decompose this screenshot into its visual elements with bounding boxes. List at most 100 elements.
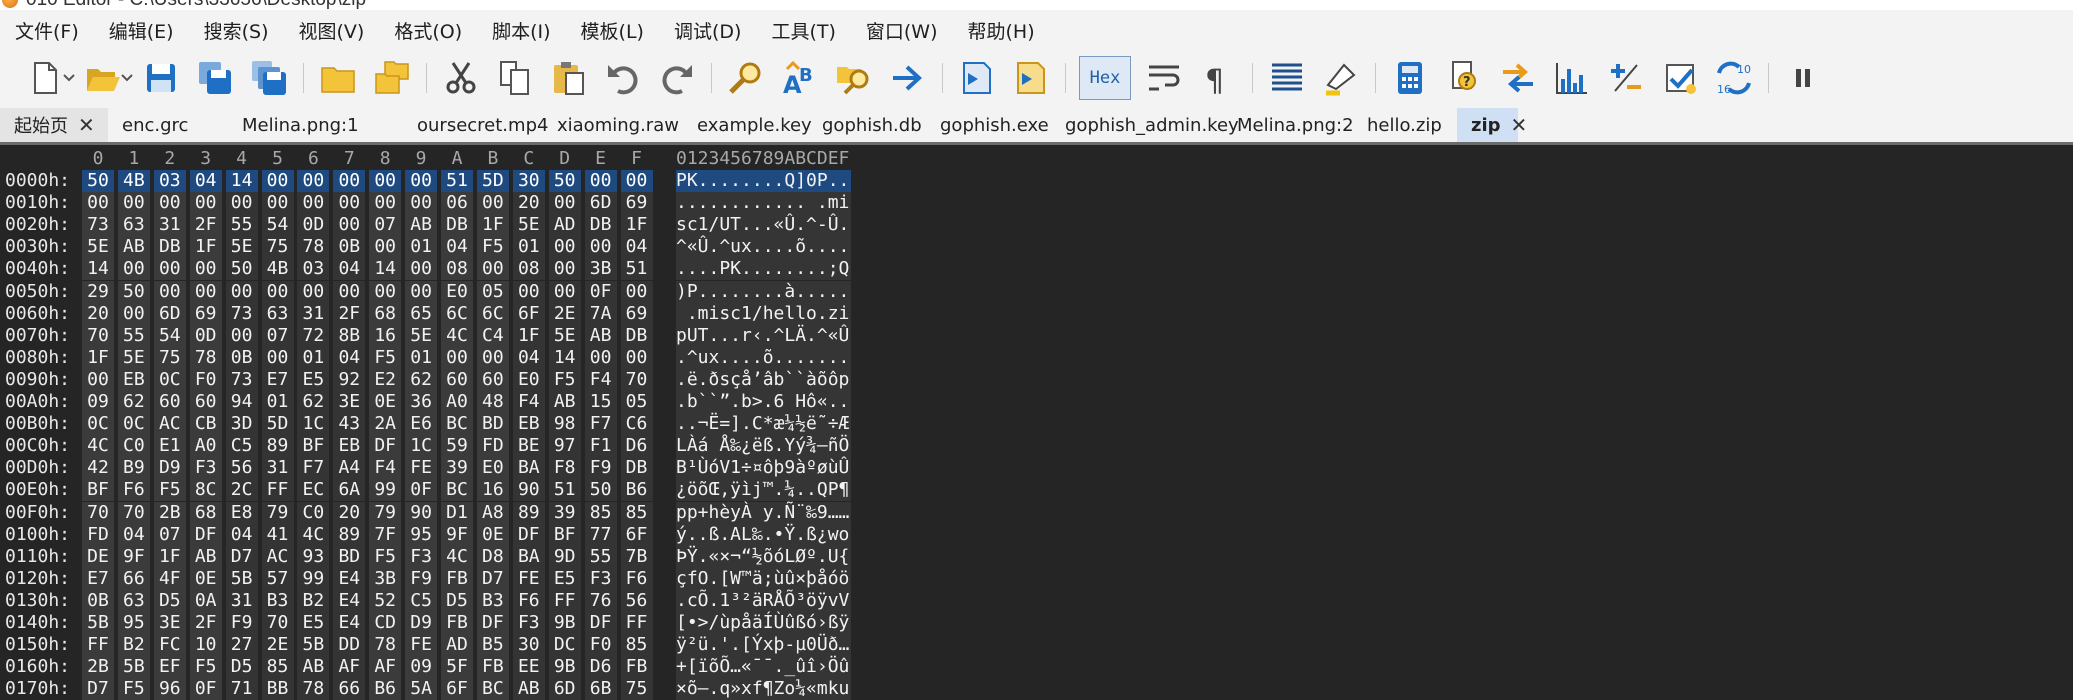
hex-byte[interactable]: 90 — [512, 479, 545, 502]
hex-byte[interactable]: AF — [369, 656, 402, 679]
hex-byte[interactable]: EB — [512, 413, 545, 436]
hex-byte[interactable]: 00 — [476, 346, 509, 369]
hex-byte[interactable]: D1 — [441, 501, 473, 524]
hex-byte[interactable]: FB — [476, 656, 509, 679]
hex-byte[interactable]: 4F — [153, 567, 186, 590]
hex-byte[interactable]: 70 — [117, 501, 150, 524]
hex-byte[interactable]: 04 — [333, 346, 366, 369]
hex-byte[interactable]: A4 — [333, 457, 366, 480]
hex-byte[interactable]: 00 — [512, 280, 545, 303]
hex-byte[interactable]: 62 — [405, 368, 438, 391]
hex-byte[interactable]: 78 — [297, 678, 330, 700]
hex-byte[interactable]: 04 — [512, 346, 545, 369]
hex-byte[interactable]: 1F — [512, 324, 545, 347]
hex-byte[interactable]: D5 — [225, 656, 258, 679]
hex-byte[interactable]: 73 — [225, 302, 258, 325]
hex-editor[interactable]: 0 1 2 3 4 5 6 7 8 9 A B C D E F 0123456789ABCDEF 0000h: 5… — [0, 145, 2073, 700]
hex-byte[interactable]: 89 — [261, 435, 294, 458]
hex-byte[interactable]: 0E — [369, 391, 402, 413]
hex-byte[interactable]: 6A — [333, 479, 366, 502]
hex-byte[interactable]: AB — [117, 236, 150, 259]
hex-byte[interactable]: 89 — [333, 523, 366, 546]
hex-byte[interactable]: CD — [369, 612, 402, 634]
hex-byte[interactable]: 00 — [297, 192, 330, 215]
hex-byte[interactable]: FD — [476, 435, 509, 458]
hex-byte[interactable]: DF — [584, 612, 617, 634]
hex-byte[interactable]: 5E — [117, 346, 150, 369]
hex-byte[interactable]: 5E — [82, 236, 114, 259]
hex-byte[interactable]: DF — [369, 435, 402, 458]
hex-byte[interactable]: 76 — [584, 589, 617, 612]
hex-byte[interactable]: BC — [441, 413, 473, 436]
ascii-text[interactable]: .^ux....õ....... — [676, 346, 852, 369]
hex-byte[interactable]: EB — [117, 368, 150, 391]
hex-byte[interactable]: 3B — [584, 258, 617, 281]
hex-byte[interactable]: AC — [153, 413, 186, 436]
hex-byte[interactable]: 00 — [369, 280, 402, 303]
hex-byte[interactable]: 9F — [441, 523, 473, 546]
hex-byte[interactable]: AB — [548, 391, 581, 413]
hex-byte[interactable]: 63 — [117, 214, 150, 237]
hex-byte[interactable]: 6C — [441, 302, 473, 325]
goto-icon[interactable] — [888, 58, 928, 98]
hex-byte[interactable]: 6D — [584, 192, 617, 215]
hex-toggle-button[interactable]: Hex — [1079, 56, 1131, 100]
hex-byte[interactable]: 00 — [584, 170, 617, 192]
cut-icon[interactable] — [441, 58, 481, 98]
hex-byte[interactable]: 9B — [548, 612, 581, 634]
hex-byte[interactable]: 14 — [369, 258, 402, 281]
hex-byte[interactable]: 72 — [297, 324, 330, 347]
ascii-text[interactable]: sc1/UT...«Û.^-Û. — [676, 214, 852, 237]
hex-byte[interactable]: 00 — [117, 192, 150, 215]
hex-byte[interactable]: 31 — [225, 589, 258, 612]
hex-byte[interactable]: 00 — [333, 192, 366, 215]
hex-byte[interactable]: BE — [512, 435, 545, 458]
pilcrow-icon[interactable]: ¶ — [1198, 58, 1238, 98]
line-wrap-icon[interactable] — [1144, 58, 1184, 98]
tab-item[interactable]: oursecret.mp4 — [403, 108, 548, 142]
hex-byte[interactable]: 0A — [189, 589, 222, 612]
hex-byte[interactable]: DB — [620, 457, 653, 480]
hex-byte[interactable]: AB — [405, 214, 438, 237]
hex-byte[interactable]: F0 — [189, 368, 222, 391]
hex-byte[interactable]: DD — [333, 634, 366, 657]
hex-byte[interactable]: E4 — [333, 567, 366, 590]
hex-byte[interactable]: E5 — [297, 612, 330, 634]
hex-byte[interactable]: 00 — [548, 192, 581, 215]
menu-item[interactable]: 工具(T) — [756, 17, 850, 44]
hex-byte[interactable]: 4B — [261, 258, 294, 281]
hex-byte[interactable]: 73 — [225, 368, 258, 391]
hex-byte[interactable]: 00 — [189, 192, 222, 215]
hex-byte[interactable]: 85 — [620, 501, 653, 524]
hex-byte[interactable]: 36 — [405, 391, 438, 413]
ascii-text[interactable]: LÀá Å‰¿ëß.Yý¾—ñÖ — [676, 435, 852, 458]
hex-byte[interactable]: D6 — [584, 656, 617, 679]
hex-byte[interactable]: 2F — [189, 612, 222, 634]
hex-byte[interactable]: 70 — [82, 324, 114, 347]
hex-byte[interactable]: 00 — [548, 258, 581, 281]
hex-byte[interactable]: 2F — [333, 302, 366, 325]
hex-byte[interactable]: 69 — [189, 302, 222, 325]
hex-byte[interactable]: 04 — [117, 523, 150, 546]
hex-byte[interactable]: 4C — [441, 324, 473, 347]
hex-byte[interactable]: E5 — [297, 368, 330, 391]
hex-byte[interactable]: C5 — [405, 589, 438, 612]
hex-byte[interactable]: BA — [512, 545, 545, 568]
hex-byte[interactable]: 42 — [82, 457, 114, 480]
tab-item[interactable]: gophish.exe — [926, 108, 1051, 142]
hex-byte[interactable]: FE — [405, 457, 438, 480]
hex-byte[interactable]: 14 — [548, 346, 581, 369]
hex-byte[interactable]: BF — [82, 479, 114, 502]
hex-byte[interactable]: AB — [584, 324, 617, 347]
compare-icon[interactable] — [1498, 58, 1538, 98]
base-convert-icon[interactable]: 10 16 — [1714, 58, 1754, 98]
hex-byte[interactable]: BD — [333, 545, 366, 568]
hex-byte[interactable]: 55 — [117, 324, 150, 347]
hex-byte[interactable]: 00 — [117, 258, 150, 281]
hex-byte[interactable]: 2B — [153, 501, 186, 524]
hex-byte[interactable]: 96 — [153, 678, 186, 700]
hex-byte[interactable]: F7 — [297, 457, 330, 480]
close-icon[interactable]: ✕ — [78, 113, 95, 137]
tab-item[interactable]: gophish_admin.key — [1051, 108, 1239, 142]
hex-byte[interactable]: FF — [620, 612, 653, 634]
